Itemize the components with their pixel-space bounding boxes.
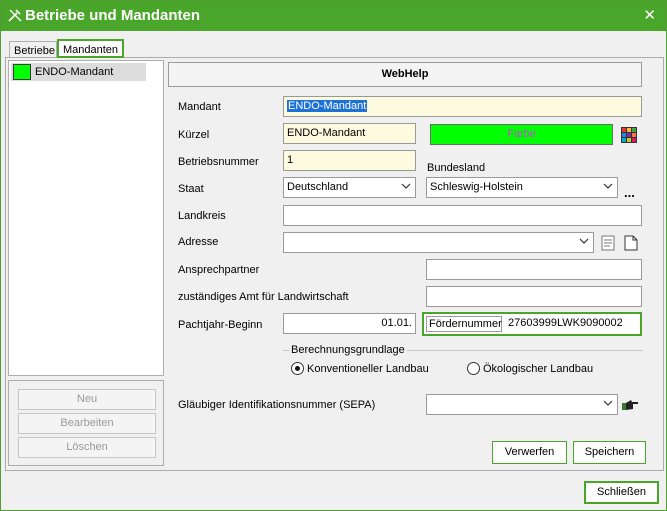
foerdernummer-field[interactable]: Fördernummer 27603999LWK9090002 xyxy=(422,312,642,336)
oekologisch-label[interactable]: Ökologischer Landbau xyxy=(483,363,593,375)
more-options-button[interactable]: ... xyxy=(624,185,635,200)
chevron-down-icon xyxy=(401,183,411,189)
staat-select[interactable]: Deutschland xyxy=(283,177,416,198)
tab-mandanten[interactable]: Mandanten xyxy=(57,39,124,58)
landkreis-input[interactable] xyxy=(283,205,642,226)
list-actions: Neu Bearbeiten Löschen xyxy=(8,380,164,466)
bundesland-select[interactable]: Schleswig-Holstein xyxy=(426,177,618,198)
bundesland-label: Bundesland xyxy=(427,162,486,174)
speichern-button[interactable]: Speichern xyxy=(573,441,646,464)
amt-input[interactable] xyxy=(426,286,642,307)
neu-button[interactable]: Neu xyxy=(18,389,156,410)
mandant-list[interactable]: ENDO-Mandant xyxy=(8,60,164,376)
pointing-hand-icon[interactable] xyxy=(621,398,639,412)
kuerzel-label: Kürzel xyxy=(178,129,210,141)
berechnung-legend: Berechnungsgrundlage xyxy=(289,344,407,356)
ansprechpartner-input[interactable] xyxy=(426,259,642,280)
list-item-label: ENDO-Mandant xyxy=(35,66,114,78)
betriebsnummer-label: Betriebsnummer xyxy=(178,156,259,168)
pachtjahr-input[interactable]: 01.01. xyxy=(283,313,416,334)
pachtjahr-label: Pachtjahr-Beginn xyxy=(178,319,263,331)
verwerfen-button[interactable]: Verwerfen xyxy=(492,441,567,464)
chevron-down-icon xyxy=(579,238,589,244)
chevron-down-icon xyxy=(603,400,613,406)
kuerzel-input[interactable]: ENDO-Mandant xyxy=(283,123,416,144)
foerdernummer-label: Fördernummer xyxy=(426,316,502,332)
tab-betriebe[interactable]: Betriebe xyxy=(9,41,57,58)
mandant-value: ENDO-Mandant xyxy=(287,100,368,112)
mandant-label: Mandant xyxy=(178,101,221,113)
amt-label: zuständiges Amt für Landwirtschaft xyxy=(178,291,349,303)
betriebsnummer-input[interactable]: 1 xyxy=(283,150,416,171)
loeschen-button[interactable]: Löschen xyxy=(18,437,156,458)
staat-value: Deutschland xyxy=(287,181,349,193)
foerdernummer-value: 27603999LWK9090002 xyxy=(508,317,623,329)
konventionell-radio[interactable] xyxy=(291,362,304,375)
glaeubiger-label: Gläubiger Identifikationsnummer (SEPA) xyxy=(178,399,376,411)
address-book-icon[interactable] xyxy=(601,235,615,251)
ansprechpartner-label: Ansprechpartner xyxy=(178,264,260,276)
close-icon[interactable]: ✕ xyxy=(643,6,656,24)
konventionell-label[interactable]: Konventioneller Landbau xyxy=(307,363,429,375)
mandant-input[interactable]: ENDO-Mandant xyxy=(283,96,642,117)
landkreis-label: Landkreis xyxy=(178,210,226,222)
title-bar[interactable]: Betriebe und Mandanten ✕ xyxy=(1,1,666,31)
new-document-icon[interactable] xyxy=(624,235,638,251)
color-palette-icon[interactable] xyxy=(621,127,637,143)
list-item[interactable]: ENDO-Mandant xyxy=(11,63,146,81)
glaeubiger-select[interactable] xyxy=(426,394,618,415)
schliessen-button[interactable]: Schließen xyxy=(584,481,659,504)
adresse-label: Adresse xyxy=(178,236,219,248)
staat-label: Staat xyxy=(178,183,204,195)
bearbeiten-button[interactable]: Bearbeiten xyxy=(18,413,156,434)
farbe-button[interactable]: Farbe xyxy=(430,124,613,145)
bundesland-value: Schleswig-Holstein xyxy=(430,181,523,193)
dialog-window: Betriebe und Mandanten ✕ Betriebe Mandan… xyxy=(0,0,667,511)
oekologisch-radio[interactable] xyxy=(467,362,480,375)
window-title: Betriebe und Mandanten xyxy=(25,7,201,24)
adresse-select[interactable] xyxy=(283,232,594,253)
tools-icon xyxy=(8,9,22,22)
color-swatch xyxy=(13,64,31,80)
chevron-down-icon xyxy=(603,183,613,189)
webhelp-button[interactable]: WebHelp xyxy=(168,62,642,87)
